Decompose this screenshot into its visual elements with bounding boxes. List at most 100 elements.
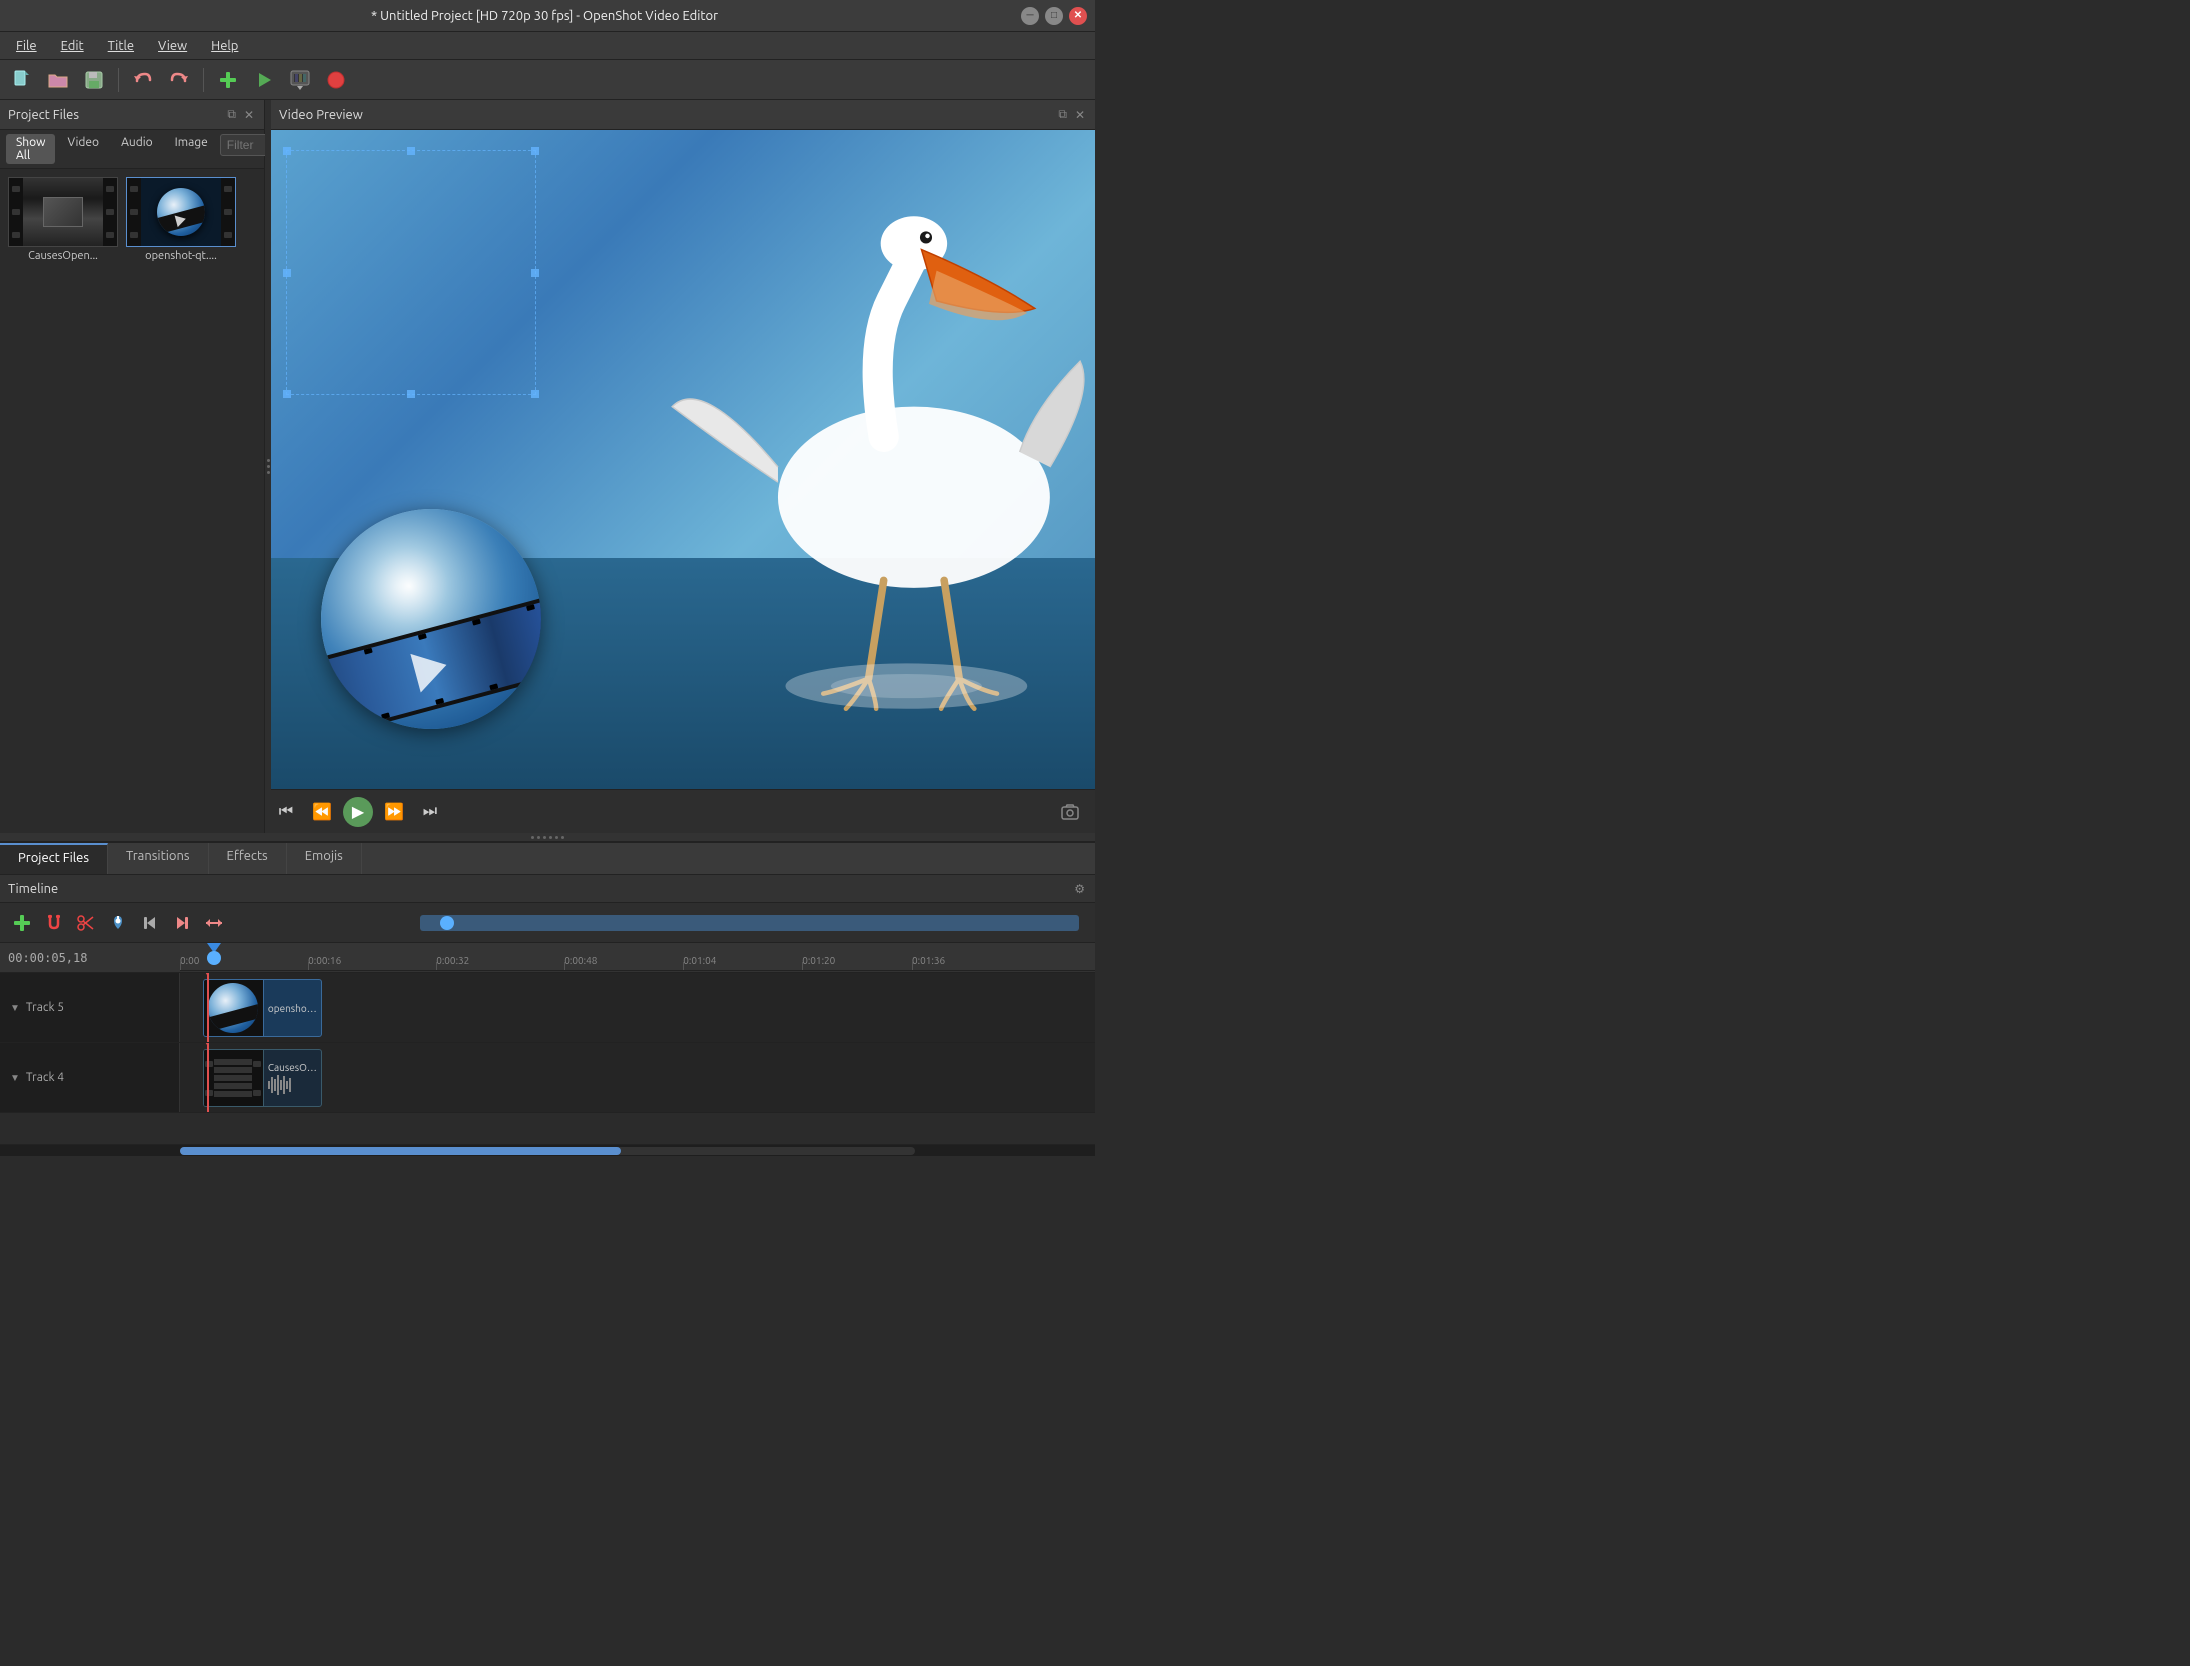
files-grid: CausesOpen... — [0, 169, 264, 833]
filmstrip-left-2 — [127, 178, 141, 246]
tab-emojis[interactable]: Emojis — [287, 843, 362, 874]
timeline-title: Timeline — [8, 882, 58, 896]
playhead-handle-5 — [201, 973, 213, 975]
file-item-causes[interactable]: CausesOpen... — [8, 177, 118, 262]
clip-name-causes: CausesOpe... — [268, 1062, 317, 1073]
close-panel-icon[interactable]: ✕ — [242, 106, 256, 124]
new-file-button[interactable] — [6, 64, 38, 96]
add-track-button[interactable] — [212, 64, 244, 96]
screenshot-button[interactable] — [1055, 797, 1085, 827]
redo-button[interactable] — [163, 64, 195, 96]
openshot-ball — [321, 509, 541, 729]
ruler-mark-104: 0:01:04 — [683, 955, 716, 966]
rewind-button[interactable]: ⏪ — [307, 797, 337, 827]
clip-thumb-openshot — [204, 980, 264, 1036]
preview-header: Video Preview ⧉ ✕ — [271, 100, 1095, 130]
jump-start-button[interactable] — [136, 909, 164, 937]
tick-0 — [180, 962, 181, 970]
clip-openshot-t5[interactable]: openshot-q... — [203, 979, 322, 1037]
ruler-mark-0: 0:00 — [180, 955, 199, 966]
scrollbar-track[interactable] — [180, 1147, 915, 1155]
cut-button[interactable] — [72, 909, 100, 937]
tab-image[interactable]: Image — [165, 134, 218, 164]
tick-120 — [802, 962, 803, 970]
playhead-handle-4 — [201, 1043, 213, 1045]
video-preview-area[interactable] — [271, 130, 1095, 789]
tick-104 — [683, 962, 684, 970]
clip-name-openshot: openshot-q... — [268, 1003, 317, 1014]
track-4-content[interactable]: CausesOpe... — [180, 1043, 1095, 1112]
track-5-content[interactable]: openshot-q... — [180, 973, 1095, 1042]
float-icon[interactable]: ⧉ — [225, 106, 238, 124]
jump-end-button[interactable] — [168, 909, 196, 937]
time-display: 00:00:05,18 — [0, 943, 180, 972]
timeline-ruler[interactable]: 0:00 0:00:16 0:00:32 0:00:48 0:01:04 0:0… — [180, 943, 1095, 971]
toolbar — [0, 60, 1095, 100]
close-preview-icon[interactable]: ✕ — [1073, 106, 1087, 124]
clip-causes-t4[interactable]: CausesOpe... — [203, 1049, 322, 1107]
ruler-mark-16: 0:00:16 — [308, 955, 341, 966]
filmstrip-right — [103, 178, 117, 246]
center-playhead-button[interactable] — [200, 909, 228, 937]
minimize-button[interactable]: ─ — [1021, 7, 1039, 25]
file-name-causes: CausesOpen... — [8, 250, 118, 262]
save-button[interactable] — [78, 64, 110, 96]
window-controls: ─ □ ✕ — [1021, 7, 1087, 25]
tab-audio[interactable]: Audio — [111, 134, 163, 164]
filmstrip-right-2 — [221, 178, 235, 246]
menu-title[interactable]: Title — [98, 37, 144, 55]
scrollbar-thumb[interactable] — [180, 1147, 621, 1155]
track-4-name: Track 4 — [26, 1071, 64, 1084]
preview-mode-button[interactable] — [248, 64, 280, 96]
undo-button[interactable] — [127, 64, 159, 96]
toolbar-separator — [118, 68, 119, 92]
ruler-mark-120: 0:01:20 — [802, 955, 835, 966]
filter-tabs: Show All Video Audio Image — [0, 130, 264, 169]
tick-48 — [564, 962, 565, 970]
menu-help[interactable]: Help — [201, 37, 248, 55]
timeline-settings-icon[interactable]: ⚙ — [1072, 880, 1087, 898]
tick-16 — [308, 962, 309, 970]
tab-project-files[interactable]: Project Files — [0, 843, 108, 874]
fast-forward-button[interactable]: ⏩ — [379, 797, 409, 827]
play-button[interactable]: ▶ — [343, 797, 373, 827]
add-track-tl-button[interactable] — [8, 909, 36, 937]
rewind-start-button[interactable]: ⏮ — [271, 797, 301, 827]
tab-transitions[interactable]: Transitions — [108, 843, 209, 874]
timeline-scrubber[interactable] — [420, 915, 1079, 931]
maximize-button[interactable]: □ — [1045, 7, 1063, 25]
scrubber-handle[interactable] — [440, 916, 454, 930]
menu-view[interactable]: View — [148, 37, 197, 55]
tab-effects[interactable]: Effects — [209, 843, 287, 874]
close-button[interactable]: ✕ — [1069, 7, 1087, 25]
open-folder-button[interactable] — [42, 64, 74, 96]
timeline-scrollbar — [0, 1144, 1095, 1156]
tick-32 — [436, 962, 437, 970]
fast-forward-end-button[interactable]: ⏭ — [415, 797, 445, 827]
titlebar: * Untitled Project [HD 720p 30 fps] - Op… — [0, 0, 1095, 32]
timeline-content: ▼ Track 5 — [0, 973, 1095, 1144]
pelican-svg — [642, 130, 1095, 789]
track-5-chevron[interactable]: ▼ — [10, 1002, 20, 1014]
preview-title: Video Preview — [279, 108, 363, 122]
horizontal-resize-handle[interactable] — [0, 833, 1095, 841]
clip-info-openshot: openshot-q... — [264, 1001, 321, 1016]
ruler-mark-32: 0:00:32 — [436, 955, 469, 966]
tab-video[interactable]: Video — [57, 134, 109, 164]
ruler-mark-136: 0:01:36 — [912, 955, 945, 966]
bottom-panel: Project Files Transitions Effects Emojis… — [0, 841, 1095, 1156]
menu-edit[interactable]: Edit — [51, 37, 94, 55]
clip-thumb-causes — [204, 1050, 264, 1106]
tab-show-all[interactable]: Show All — [6, 134, 55, 164]
add-marker-button[interactable] — [104, 909, 132, 937]
magnet-button[interactable] — [40, 909, 68, 937]
menu-file[interactable]: File — [6, 37, 47, 55]
file-item-openshot[interactable]: openshot-qt.... — [126, 177, 236, 262]
float-preview-icon[interactable]: ⧉ — [1056, 106, 1069, 124]
export-button[interactable] — [284, 64, 316, 96]
ruler-row: 00:00:05,18 0:00 0:00:16 0:00:32 0:00:48… — [0, 943, 1095, 973]
record-button[interactable] — [320, 64, 352, 96]
scrubber-container — [240, 915, 1087, 931]
clip-filmstrip-left — [204, 1050, 214, 1106]
track-4-chevron[interactable]: ▼ — [10, 1072, 20, 1084]
